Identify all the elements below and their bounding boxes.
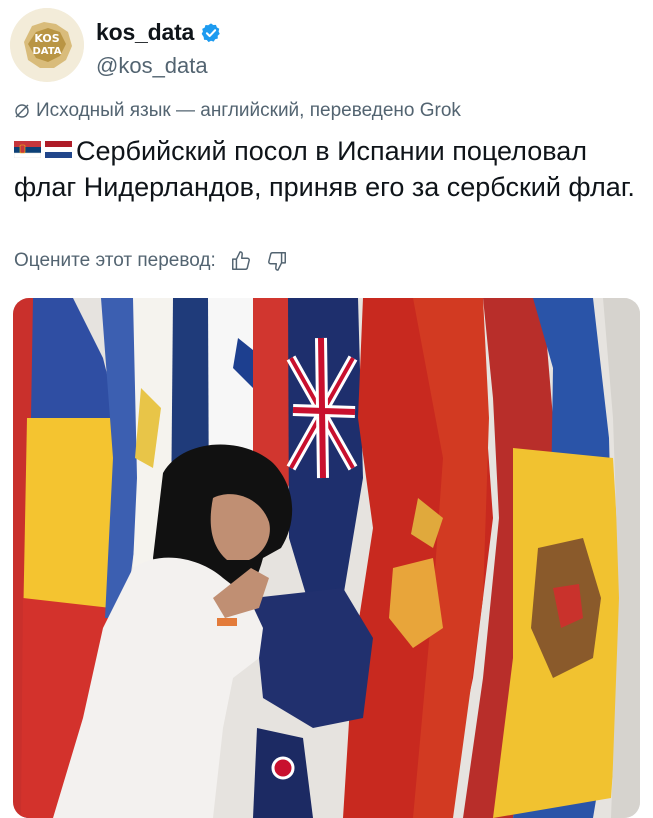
thumbs-down-icon[interactable] xyxy=(266,250,288,272)
tweet-body: Сербийский посол в Испании поцеловал фла… xyxy=(14,133,639,205)
translation-notice-text: Исходный язык — английский, переведено G… xyxy=(36,100,461,121)
tweet-header: KOS DATA kos_data @kos_data xyxy=(10,8,630,82)
account-handle[interactable]: @kos_data xyxy=(96,53,208,79)
kos-data-logo: KOS DATA xyxy=(10,8,84,82)
tweet-text: Сербийский посол в Испании поцеловал фла… xyxy=(14,136,635,202)
display-name[interactable]: kos_data xyxy=(96,19,194,46)
svg-text:DATA: DATA xyxy=(32,46,61,57)
serbia-flag-icon xyxy=(14,141,41,159)
translation-notice: Исходный язык — английский, переведено G… xyxy=(14,100,461,122)
flags-scene-image xyxy=(13,298,640,818)
verified-badge-icon xyxy=(201,22,220,42)
avatar[interactable]: KOS DATA xyxy=(10,8,84,82)
netherlands-flag-icon xyxy=(45,141,72,159)
tweet-media-video[interactable] xyxy=(13,298,640,818)
slashed-globe-icon xyxy=(15,104,29,118)
thumbs-up-icon[interactable] xyxy=(230,250,252,272)
translation-rating: Оцените этот перевод: xyxy=(14,250,288,272)
rate-prompt: Оцените этот перевод: xyxy=(14,250,216,271)
svg-text:KOS: KOS xyxy=(34,32,59,45)
